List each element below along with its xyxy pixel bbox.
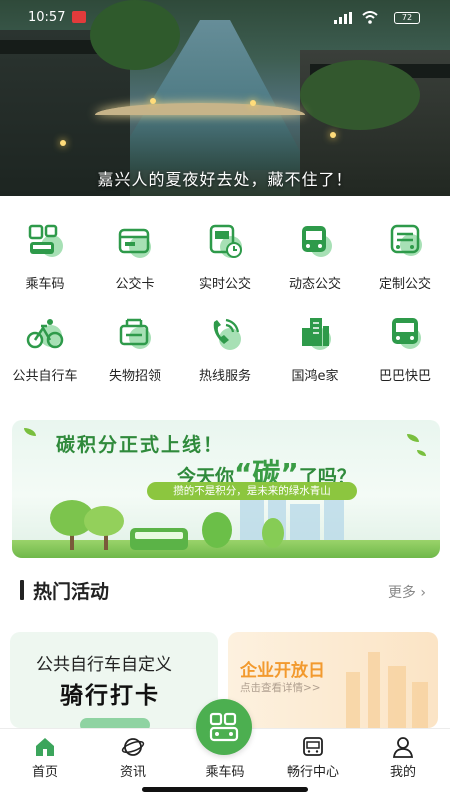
leaf-decoration (407, 434, 419, 442)
signal-icon (334, 12, 352, 24)
realtime-bus-icon (206, 222, 244, 260)
card-detail-link: 点击查看详情>> (240, 682, 321, 694)
section-accent-bar (20, 580, 24, 600)
service-label: 实时公交 (198, 277, 251, 292)
tower-decoration (412, 682, 428, 728)
nav-label: 我的 (389, 765, 416, 780)
service-label: 热线服务 (198, 369, 251, 384)
leaf-decoration (417, 450, 426, 456)
service-label: 国鸿e家 (291, 369, 339, 384)
home-icon (33, 735, 57, 759)
lantern (150, 98, 156, 104)
lantern (60, 140, 66, 146)
service-baba-express[interactable]: 巴巴快巴 (360, 302, 450, 392)
custom-bus-icon (386, 222, 424, 260)
qr-code-icon (209, 712, 239, 742)
battery-icon: 72 (394, 12, 420, 24)
nav-home[interactable]: 首页 (0, 729, 90, 789)
tower-decoration (388, 666, 406, 728)
lantern (330, 132, 336, 138)
carbon-points-banner[interactable]: 碳积分正式上线！ 今天你“碳”了吗？ 攒的不是积分，是未来的绿水青山 (12, 420, 440, 558)
ride-code-fab[interactable] (196, 699, 252, 755)
service-label: 公交卡 (115, 277, 155, 292)
service-public-bicycle[interactable]: 公共自行车 (0, 302, 90, 392)
section-title: 热门活动 (33, 581, 110, 603)
tower-decoration (368, 652, 380, 728)
service-ride-code[interactable]: 乘车码 (0, 210, 90, 300)
service-hotline[interactable]: 热线服务 (180, 302, 270, 392)
service-label: 失物招领 (108, 369, 161, 384)
nav-news[interactable]: 资讯 (88, 729, 178, 789)
app-notification-icon (72, 11, 86, 23)
lantern (250, 100, 256, 106)
nav-travel-center[interactable]: 畅行中心 (268, 729, 358, 789)
service-label: 定制公交 (378, 277, 431, 292)
green-bus-illustration (130, 528, 188, 550)
nav-label: 畅行中心 (286, 765, 339, 780)
bus-front-icon (301, 735, 325, 759)
card-subtitle: 骑行打卡 (60, 683, 160, 709)
nav-label: 乘车码 (205, 765, 245, 780)
service-label: 动态公交 (288, 277, 341, 292)
wifi-icon (362, 11, 378, 24)
more-link[interactable]: 更多 › (388, 582, 426, 602)
promo-tree (262, 518, 284, 548)
tower-decoration (346, 672, 360, 728)
status-bar: 10:57 72 (0, 0, 450, 34)
nav-mine[interactable]: 我的 (358, 729, 448, 789)
status-time: 10:57 (28, 10, 66, 25)
hero-caption: 嘉兴人的夏夜好去处，藏不住了！ (97, 170, 353, 189)
nav-label: 首页 (31, 765, 58, 780)
hot-activities-header: 热门活动 更多 › (0, 574, 450, 608)
building-icon (296, 314, 334, 352)
service-realtime-bus[interactable]: 实时公交 (180, 210, 270, 300)
bicycle-icon (26, 314, 64, 352)
qr-code-icon (26, 222, 64, 260)
home-indicator (142, 787, 308, 792)
service-lost-found[interactable]: 失物招领 (90, 302, 180, 392)
service-custom-bus[interactable]: 定制公交 (360, 210, 450, 300)
service-bus-card[interactable]: 公交卡 (90, 210, 180, 300)
service-grid: 乘车码 公交卡 实时公交 动态公交 定制公交 公共自行车 失物招领 热线服务 国… (0, 210, 450, 400)
service-label: 公共自行车 (12, 369, 78, 384)
bus-card-icon (116, 222, 154, 260)
user-icon (391, 735, 415, 759)
service-label: 乘车码 (25, 277, 65, 292)
dynamic-bus-icon (296, 222, 334, 260)
card-title: 公共自行车自定义 (36, 655, 172, 675)
tree-right (300, 60, 420, 130)
promo-slogan-strip: 攒的不是积分，是未来的绿水青山 (147, 482, 357, 500)
activity-card-open-day[interactable]: 企业开放日 点击查看详情>> (228, 632, 438, 728)
lost-found-icon (116, 314, 154, 352)
activity-card-bike-checkin[interactable]: 公共自行车自定义 骑行打卡 (10, 632, 218, 728)
card-title: 企业开放日 (240, 661, 325, 681)
service-dynamic-bus[interactable]: 动态公交 (270, 210, 360, 300)
service-guohong-ehome[interactable]: 国鸿e家 (270, 302, 360, 392)
nav-label: 资讯 (119, 765, 146, 780)
express-bus-icon (386, 314, 424, 352)
service-label: 巴巴快巴 (378, 369, 431, 384)
planet-icon (121, 735, 145, 759)
promo-tree (202, 512, 232, 548)
leaf-decoration (24, 428, 36, 436)
card-chip (80, 718, 150, 728)
promo-tree (84, 506, 124, 536)
hotline-phone-icon (206, 314, 244, 352)
